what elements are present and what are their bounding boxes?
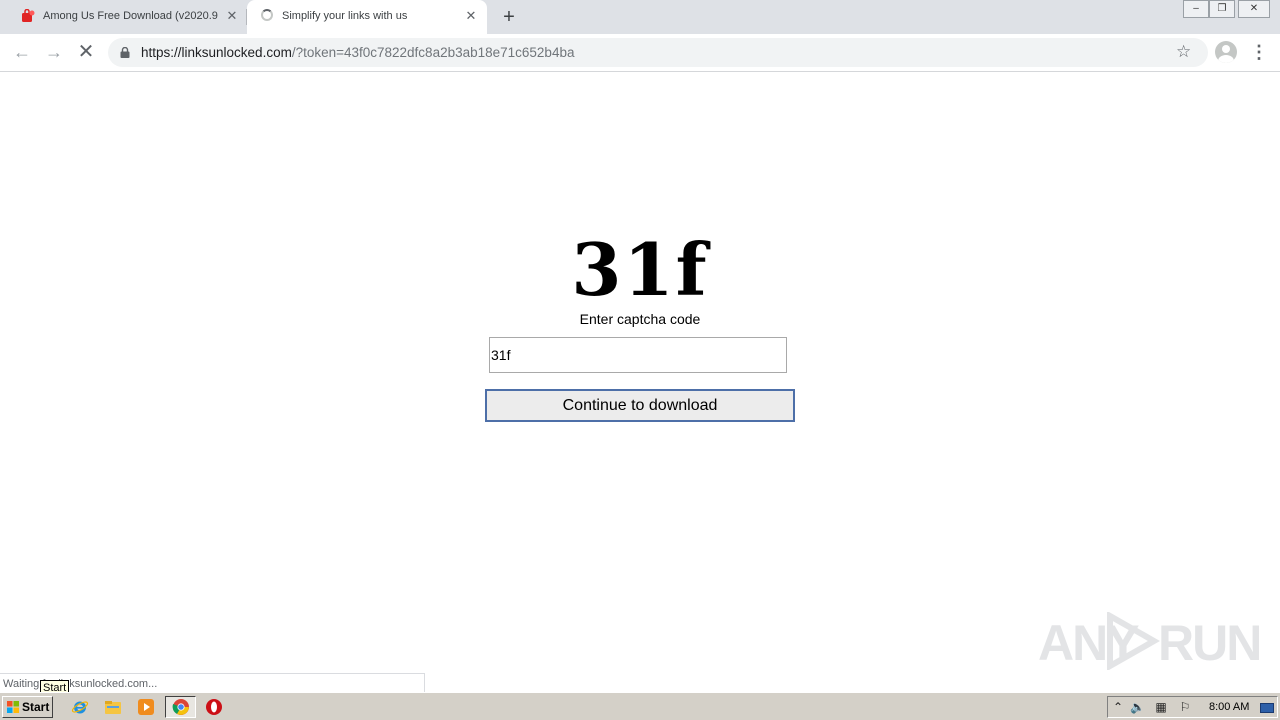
url-path: /?token=43f0c7822dfc8a2b3ab18e71c652b4ba — [291, 45, 575, 60]
profile-avatar-icon[interactable] — [1215, 41, 1237, 63]
network-icon[interactable]: ▦ — [1154, 700, 1168, 714]
back-arrow-icon[interactable]: ← — [10, 40, 34, 64]
system-tray: ⌃ 🔈 ▦ ⚐ 8:00 AM — [1107, 696, 1278, 718]
restore-button[interactable]: ❐ — [1209, 0, 1235, 18]
volume-icon[interactable]: 🔈 — [1130, 700, 1145, 714]
play-triangle-icon — [1107, 612, 1160, 670]
browser-toolbar: ← → ✕ https://linksunlocked.com/?token=4… — [0, 34, 1280, 72]
show-hidden-icons-icon[interactable]: ⌃ — [1111, 700, 1125, 714]
red-bag-icon — [22, 9, 35, 22]
tab-title: Simplify your links with us — [282, 10, 408, 22]
status-text: Waiting for linksunlocked.com... — [3, 678, 158, 690]
minimize-button[interactable]: – — [1183, 0, 1209, 18]
forward-arrow-icon[interactable]: → — [42, 40, 66, 64]
close-icon[interactable]: ✕ — [224, 8, 240, 24]
continue-to-download-button[interactable]: Continue to download — [485, 389, 795, 422]
file-explorer-icon[interactable] — [104, 698, 122, 716]
media-player-icon[interactable] — [137, 698, 155, 716]
url-text[interactable]: https://linksunlocked.com/?token=43f0c78… — [141, 45, 574, 60]
tab-strip: Among Us Free Download (v2020.9. ✕ Simpl… — [0, 0, 1280, 34]
start-label: Start — [22, 700, 50, 714]
tab-simplify-links[interactable]: Simplify your links with us ✕ — [247, 0, 487, 34]
start-button[interactable]: Start — [2, 696, 53, 718]
close-icon[interactable]: ✕ — [463, 8, 479, 24]
avatar-head — [1222, 45, 1230, 53]
address-bar[interactable]: https://linksunlocked.com/?token=43f0c78… — [108, 38, 1208, 67]
chrome-taskbar-button[interactable] — [165, 696, 196, 718]
kebab-menu-icon[interactable]: ⋮ — [1250, 42, 1268, 62]
windows-flag-icon — [7, 701, 19, 713]
action-center-flag-icon[interactable]: ⚐ — [1178, 700, 1192, 714]
new-tab-button[interactable]: + — [498, 6, 520, 28]
captcha-image: 31f — [571, 227, 709, 312]
chrome-icon — [172, 699, 189, 715]
show-desktop-icon[interactable] — [1260, 703, 1274, 713]
loading-spinner-icon — [261, 9, 273, 21]
stop-loading-icon[interactable]: ✕ — [74, 40, 98, 64]
captcha-input[interactable] — [489, 337, 787, 373]
window-close-button[interactable]: ✕ — [1238, 0, 1270, 18]
bookmark-star-icon[interactable]: ☆ — [1176, 42, 1191, 62]
clock[interactable]: 8:00 AM — [1209, 701, 1249, 713]
internet-explorer-icon[interactable] — [71, 698, 89, 716]
opera-icon[interactable] — [205, 698, 223, 716]
tab-title: Among Us Free Download (v2020.9. — [43, 10, 218, 22]
avatar-body — [1218, 55, 1234, 63]
url-host: https://linksunlocked.com — [141, 45, 292, 60]
lock-icon — [120, 47, 130, 58]
watermark-right: RUN — [1158, 615, 1262, 671]
tab-among-us[interactable]: Among Us Free Download (v2020.9. ✕ — [8, 0, 246, 34]
taskbar: Start ⌃ 🔈 ▦ ⚐ 8:00 AM — [0, 692, 1280, 720]
captcha-label: Enter captcha code — [579, 311, 701, 327]
anyrun-watermark: ANY RUN — [1038, 610, 1262, 672]
